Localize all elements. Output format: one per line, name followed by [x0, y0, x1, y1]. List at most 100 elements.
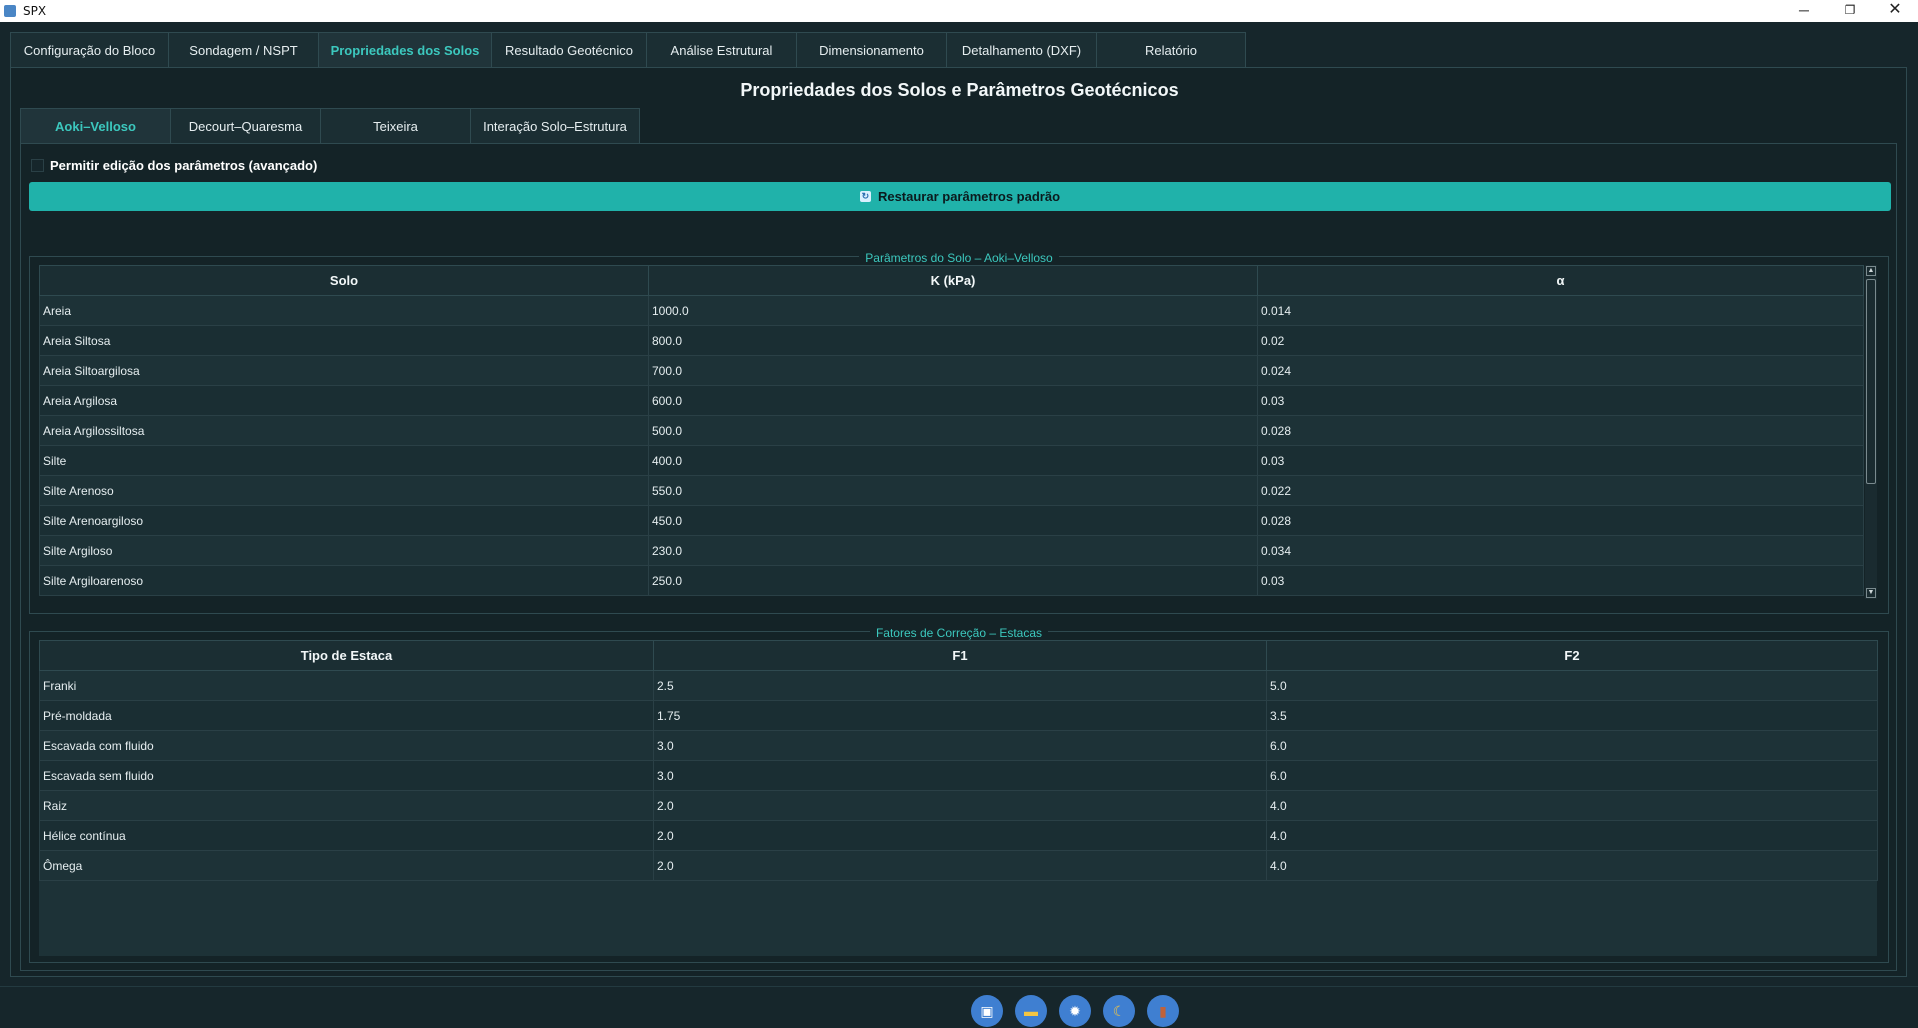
cell-k[interactable]: 550.0 [648, 475, 1258, 506]
cell-tipo[interactable]: Franki [39, 670, 654, 701]
table-row[interactable]: Areia Siltosa 800.0 0.02 [39, 325, 1864, 356]
table-row[interactable]: Ômega 2.0 4.0 [39, 850, 1878, 881]
cell-solo[interactable]: Areia Siltosa [39, 325, 649, 356]
scroll-up-arrow-icon[interactable]: ▲ [1866, 266, 1876, 276]
cell-alpha[interactable]: 0.022 [1257, 475, 1864, 506]
cell-alpha[interactable]: 0.02 [1257, 325, 1864, 356]
cell-solo[interactable]: Silte Arenoargiloso [39, 505, 649, 536]
cell-alpha[interactable]: 0.03 [1257, 385, 1864, 416]
tab-configuracao-bloco[interactable]: Configuração do Bloco [10, 32, 168, 68]
open-button[interactable]: ▬ [1015, 995, 1047, 1027]
cell-solo[interactable]: Areia Argilosa [39, 385, 649, 416]
cell-f1[interactable]: 2.0 [653, 820, 1267, 851]
table-row[interactable]: Escavada sem fluido 3.0 6.0 [39, 760, 1878, 791]
cell-f1[interactable]: 2.0 [653, 790, 1267, 821]
cell-f2[interactable]: 4.0 [1266, 790, 1878, 821]
cell-k[interactable]: 230.0 [648, 535, 1258, 566]
table-row[interactable]: Silte Arenoargiloso 450.0 0.028 [39, 505, 1864, 536]
cell-f1[interactable]: 1.75 [653, 700, 1267, 731]
cell-k[interactable]: 500.0 [648, 415, 1258, 446]
cell-alpha[interactable]: 0.028 [1257, 415, 1864, 446]
column-header-f1[interactable]: F1 [653, 640, 1267, 671]
table-row[interactable]: Areia Siltoargilosa 700.0 0.024 [39, 355, 1864, 386]
tab-relatorio[interactable]: Relatório [1096, 32, 1246, 68]
cell-alpha[interactable]: 0.034 [1257, 535, 1864, 566]
table-row[interactable]: Areia Argilosa 600.0 0.03 [39, 385, 1864, 416]
cell-tipo[interactable]: Ômega [39, 850, 654, 881]
close-button[interactable]: ✕ [1872, 0, 1918, 22]
cell-f1[interactable]: 3.0 [653, 730, 1267, 761]
cell-f1[interactable]: 2.0 [653, 850, 1267, 881]
cell-k[interactable]: 1000.0 [648, 295, 1258, 326]
cell-k[interactable]: 450.0 [648, 505, 1258, 536]
cell-tipo[interactable]: Hélice contínua [39, 820, 654, 851]
exit-button[interactable]: ▮ [1147, 995, 1179, 1027]
cell-k[interactable]: 400.0 [648, 445, 1258, 476]
scroll-thumb[interactable] [1866, 279, 1876, 484]
cell-solo[interactable]: Silte Argiloarenoso [39, 565, 649, 596]
settings-button[interactable]: ✹ [1059, 995, 1091, 1027]
table-row[interactable]: Silte Argiloso 230.0 0.034 [39, 535, 1864, 566]
cell-f2[interactable]: 3.5 [1266, 700, 1878, 731]
cell-f2[interactable]: 6.0 [1266, 760, 1878, 791]
cell-solo[interactable]: Areia Argilossiltosa [39, 415, 649, 446]
column-header-f2[interactable]: F2 [1266, 640, 1878, 671]
cell-solo[interactable]: Silte Arenoso [39, 475, 649, 506]
cell-f1[interactable]: 3.0 [653, 760, 1267, 791]
cell-alpha[interactable]: 0.024 [1257, 355, 1864, 386]
cell-tipo[interactable]: Escavada sem fluido [39, 760, 654, 791]
tab-sondagem-nspt[interactable]: Sondagem / NSPT [168, 32, 318, 68]
restore-defaults-button[interactable]: ↻ Restaurar parâmetros padrão [29, 182, 1891, 211]
table-row[interactable]: Escavada com fluido 3.0 6.0 [39, 730, 1878, 761]
cell-k[interactable]: 800.0 [648, 325, 1258, 356]
tab-interacao-solo-estrutura[interactable]: Interação Solo–Estrutura [470, 108, 640, 144]
table-row[interactable]: Hélice contínua 2.0 4.0 [39, 820, 1878, 851]
cell-solo[interactable]: Areia Siltoargilosa [39, 355, 649, 386]
soil-parameters-table[interactable]: Solo K (kPa) α Areia 1000.0 0.014 Areia Si… [39, 265, 1864, 596]
table-row[interactable]: Raiz 2.0 4.0 [39, 790, 1878, 821]
cell-alpha[interactable]: 0.028 [1257, 505, 1864, 536]
save-button[interactable]: ▣ [971, 995, 1003, 1027]
cell-tipo[interactable]: Raiz [39, 790, 654, 821]
column-header-tipo-estaca[interactable]: Tipo de Estaca [39, 640, 654, 671]
tab-resultado-geotecnico[interactable]: Resultado Geotécnico [491, 32, 646, 68]
tab-detalhamento-dxf[interactable]: Detalhamento (DXF) [946, 32, 1096, 68]
table-row[interactable]: Silte 400.0 0.03 [39, 445, 1864, 476]
soil-table-scrollbar[interactable]: ▲ ▼ [1865, 265, 1877, 599]
table-row[interactable]: Areia Argilossiltosa 500.0 0.028 [39, 415, 1864, 446]
cell-f2[interactable]: 6.0 [1266, 730, 1878, 761]
cell-tipo[interactable]: Pré-moldada [39, 700, 654, 731]
table-row[interactable]: Pré-moldada 1.75 3.5 [39, 700, 1878, 731]
theme-toggle-button[interactable]: ☾ [1103, 995, 1135, 1027]
tab-dimensionamento[interactable]: Dimensionamento [796, 32, 946, 68]
tab-analise-estrutural[interactable]: Análise Estrutural [646, 32, 796, 68]
cell-f1[interactable]: 2.5 [653, 670, 1267, 701]
cell-solo[interactable]: Areia [39, 295, 649, 326]
cell-k[interactable]: 700.0 [648, 355, 1258, 386]
tab-teixeira[interactable]: Teixeira [320, 108, 470, 144]
minimize-button[interactable]: ─ [1781, 0, 1827, 22]
edit-params-checkbox[interactable] [31, 158, 44, 172]
maximize-button[interactable]: ❐ [1827, 0, 1873, 22]
column-header-solo[interactable]: Solo [39, 265, 649, 296]
cell-f2[interactable]: 4.0 [1266, 850, 1878, 881]
table-row[interactable]: Silte Argiloarenoso 250.0 0.03 [39, 565, 1864, 596]
cell-k[interactable]: 600.0 [648, 385, 1258, 416]
table-row[interactable]: Silte Arenoso 550.0 0.022 [39, 475, 1864, 506]
column-header-alpha[interactable]: α [1257, 265, 1864, 296]
table-row[interactable]: Franki 2.5 5.0 [39, 670, 1878, 701]
correction-factors-table[interactable]: Tipo de Estaca F1 F2 Franki 2.5 5.0 Pré-mo… [39, 640, 1878, 881]
edit-params-option[interactable]: Permitir edição dos parâmetros (avançado… [31, 156, 317, 174]
table-row[interactable]: Areia 1000.0 0.014 [39, 295, 1864, 326]
cell-solo[interactable]: Silte [39, 445, 649, 476]
cell-alpha[interactable]: 0.03 [1257, 445, 1864, 476]
cell-k[interactable]: 250.0 [648, 565, 1258, 596]
cell-alpha[interactable]: 0.014 [1257, 295, 1864, 326]
cell-tipo[interactable]: Escavada com fluido [39, 730, 654, 761]
cell-f2[interactable]: 4.0 [1266, 820, 1878, 851]
scroll-down-arrow-icon[interactable]: ▼ [1866, 588, 1876, 598]
column-header-k[interactable]: K (kPa) [648, 265, 1258, 296]
cell-solo[interactable]: Silte Argiloso [39, 535, 649, 566]
cell-f2[interactable]: 5.0 [1266, 670, 1878, 701]
tab-decourt-quaresma[interactable]: Decourt–Quaresma [170, 108, 320, 144]
